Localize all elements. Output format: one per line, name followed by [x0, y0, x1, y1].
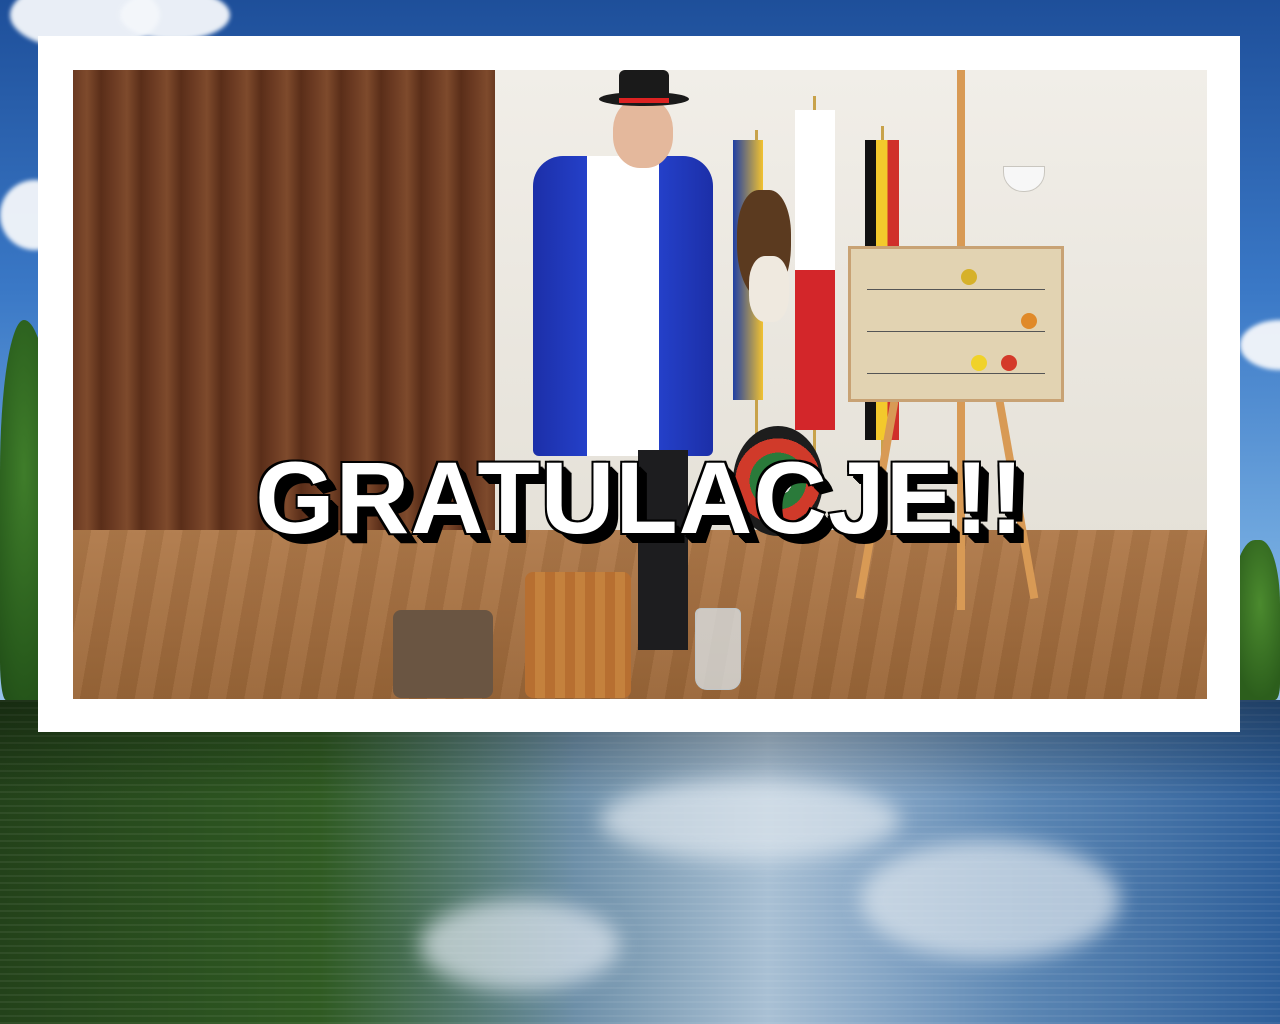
performance-photo — [73, 70, 1207, 699]
tin-drum — [393, 610, 493, 698]
mask-beard — [749, 256, 789, 322]
note-symbol — [971, 355, 987, 371]
staff-line — [867, 289, 1045, 290]
cloud-reflection — [860, 840, 1120, 960]
note-symbol — [1021, 313, 1037, 329]
music-notation-board — [848, 246, 1064, 402]
photo-frame — [38, 36, 1240, 732]
cloud-reflection — [600, 780, 900, 860]
congratulations-headline: GRATULACJE!! — [255, 441, 1025, 555]
hat — [619, 70, 669, 103]
note-symbol — [961, 269, 977, 285]
cloud-reflection — [420, 900, 620, 990]
headline-container: GRATULACJE!! — [0, 440, 1280, 557]
wooden-barrel — [525, 572, 631, 698]
staff-line — [867, 331, 1045, 332]
polish-flag — [795, 110, 835, 430]
performer-head — [613, 98, 673, 168]
staff-line — [867, 373, 1045, 374]
performer-body — [533, 156, 713, 456]
note-symbol — [1001, 355, 1017, 371]
glass-jug — [695, 608, 741, 690]
